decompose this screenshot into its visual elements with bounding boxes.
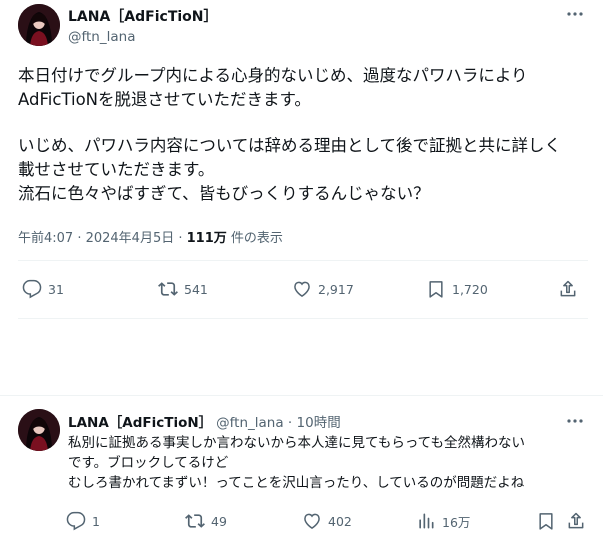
tweet-text: 本日付けでグループ内による心身的ないじめ、過度なパワハラにより AdFicTio… xyxy=(18,64,588,206)
views-label: 件の表示 xyxy=(226,231,283,246)
reply-text-line: です。ブロックしてるけど xyxy=(68,455,229,471)
bookmark-icon xyxy=(539,513,553,530)
views-count: 111万 xyxy=(186,231,227,246)
reply-tweet[interactable]: LANA［AdFicTioN］ @ftn_lana · 10時間 私別に証拠ある事… xyxy=(0,397,603,540)
repost-count: 541 xyxy=(184,281,208,297)
tweet-author: LANA［AdFicTioN］ @ftn_lana xyxy=(68,6,218,45)
like-count: 402 xyxy=(328,513,352,529)
reply-time[interactable]: 10時間 xyxy=(297,415,341,431)
tweet-meta: 午前4:07 · 2024年4月5日 · 111万 件の表示 xyxy=(18,227,283,246)
views-icon xyxy=(419,513,434,529)
tweet-actions: 31 541 2,917 1,720 xyxy=(0,277,603,301)
reply-count: 31 xyxy=(48,281,64,297)
author-name[interactable]: LANA［AdFicTioN］ xyxy=(68,6,218,26)
repost-icon xyxy=(158,282,178,296)
repost-icon xyxy=(185,514,205,528)
tweet-text-line: 本日付けでグループ内による心身的ないじめ、過度なパワハラにより xyxy=(18,66,528,85)
divider xyxy=(18,318,588,319)
avatar[interactable] xyxy=(18,4,60,46)
avatar[interactable] xyxy=(18,409,60,451)
like-icon xyxy=(294,281,310,297)
reply-actions: 1 49 402 16万 xyxy=(0,509,603,533)
author-handle[interactable]: @ftn_lana xyxy=(68,29,218,45)
repost-button[interactable]: 49 xyxy=(185,509,227,533)
divider xyxy=(18,260,588,261)
tweet-text-line: いじめ、パワハラ内容については辞める理由として後で証拠と共に詳しく xyxy=(18,136,562,155)
reply-text-line: むしろ書かれてまずい！ってことを沢山言ったり、しているのが問題だよね xyxy=(68,475,525,491)
author-handle[interactable]: @ftn_lana xyxy=(216,415,283,431)
share-button[interactable] xyxy=(566,509,592,533)
reply-text-line: 私別に証拠ある事実しか言わないから本人達に見てもらっても全然構わない xyxy=(68,435,525,451)
bookmark-icon xyxy=(429,281,443,298)
more-icon[interactable] xyxy=(564,4,586,24)
main-tweet: LANA［AdFicTioN］ @ftn_lana 本日付けでグループ内による心… xyxy=(0,0,603,396)
repost-button[interactable]: 541 xyxy=(158,277,208,301)
reply-header: LANA［AdFicTioN］ @ftn_lana · 10時間 xyxy=(68,411,341,431)
share-icon xyxy=(560,280,576,297)
repost-count: 49 xyxy=(211,513,227,529)
reply-button[interactable]: 1 xyxy=(66,509,100,533)
author-name[interactable]: LANA［AdFicTioN］ xyxy=(68,415,212,431)
reply-text: 私別に証拠ある事実しか言わないから本人達に見てもらっても全然構わない です。ブロ… xyxy=(68,433,593,493)
views-button[interactable]: 16万 xyxy=(416,509,470,533)
reply-button[interactable]: 31 xyxy=(22,277,64,301)
views-count: 16万 xyxy=(442,514,471,530)
like-button[interactable]: 2,917 xyxy=(292,277,354,301)
bookmark-count: 1,720 xyxy=(452,281,488,297)
bookmark-button[interactable] xyxy=(536,509,562,533)
tweet-text-line: AdFicTioNを脱退させていただきます。 xyxy=(18,90,311,109)
tweet-text-line: 流石に色々やばすぎて、皆もびっくりするんじゃない？ xyxy=(18,184,430,203)
tweet-timestamp[interactable]: 午前4:07 · 2024年4月5日 · xyxy=(18,231,187,246)
like-button[interactable]: 402 xyxy=(302,509,352,533)
like-icon xyxy=(304,513,320,529)
reply-count: 1 xyxy=(92,513,100,529)
share-icon xyxy=(568,512,584,529)
more-icon[interactable] xyxy=(564,411,586,431)
like-count: 2,917 xyxy=(318,281,354,297)
bookmark-button[interactable]: 1,720 xyxy=(426,277,488,301)
reply-icon xyxy=(22,279,42,299)
tweet-text-line: 載せさせていただきます。 xyxy=(18,160,215,179)
reply-icon xyxy=(66,511,86,531)
separator: · xyxy=(283,415,297,431)
share-button[interactable] xyxy=(558,277,584,301)
